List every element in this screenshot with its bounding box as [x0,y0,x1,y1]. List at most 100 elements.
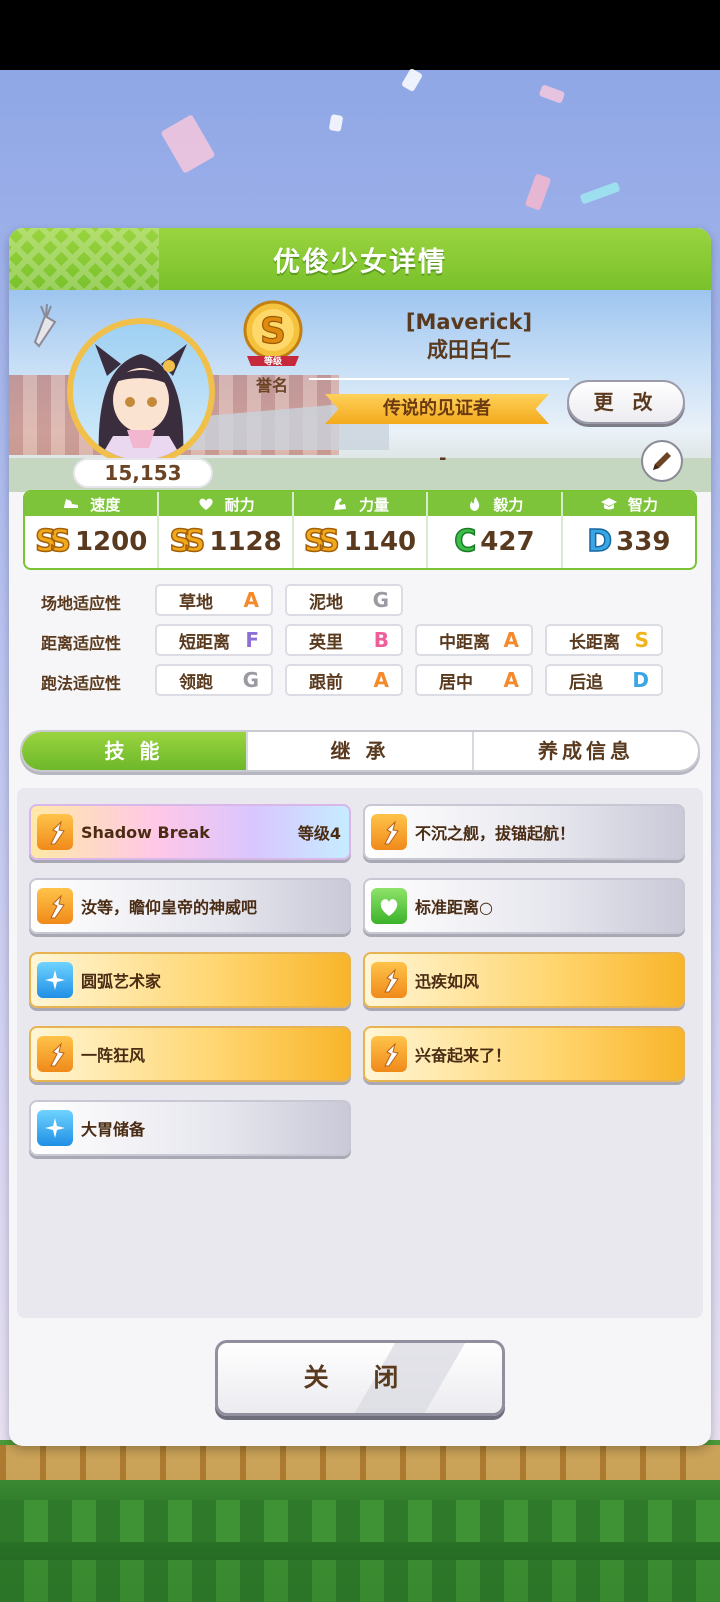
skill-card[interactable]: 圆弧艺术家 [29,952,351,1008]
fan-count: 15,153 [73,458,213,488]
aptitude-name: 跟前 [309,672,343,693]
close-button[interactable]: 关 闭 [215,1340,505,1416]
hedge-decoration [0,1560,720,1602]
aptitude-grade: A [503,668,519,692]
skill-speed-icon [37,1036,73,1072]
skill-card[interactable]: Shadow Break 等级4 [29,804,351,860]
character-avatar [95,344,187,460]
stat-value-area: SS 1128 [159,516,291,568]
comment-text: - [439,448,447,469]
aptitude-grade: D [632,668,649,692]
aptitude-row-surface: 场地适应性 草地 A 泥地 G [23,584,697,616]
skill-name: 一阵狂风 [81,1046,146,1065]
skill-speed-icon [37,814,73,850]
aptitude-row-distance: 距离适应性 短距离 F 英里 B 中距离 A 长距离 S [23,624,697,656]
stat-name: 智力 [627,495,658,514]
tab-0[interactable]: 技 能 [22,732,248,770]
status-bar [0,0,720,70]
stat-value: 427 [480,527,535,557]
aptitude-cell: 长距离 S [545,624,663,656]
aptitude-cell: 短距离 F [155,624,273,656]
skills-list: Shadow Break 等级4 不沉之舰，拔锚起航！ 汝等，瞻仰皇帝的神威吧 标准距离… [17,788,703,1318]
skill-name: 标准距离○ [415,898,493,917]
stat-header: 耐力 [159,492,292,516]
tab-1[interactable]: 继 承 [248,732,474,770]
detail-tabs: 技 能继 承养成信息 [20,730,700,772]
skill-name: 兴奋起来了！ [415,1046,512,1065]
skill-card[interactable]: 不沉之舰，拔锚起航！ [363,804,685,860]
skill-name: 汝等，瞻仰皇帝的神威吧 [81,898,258,917]
skill-card[interactable]: 标准距离○ [363,878,685,934]
svg-text:等级: 等级 [263,355,283,367]
aptitude-name: 长距离 [569,632,620,653]
stat-name: 力量 [359,495,390,514]
aptitude-label: 距离适应性 [41,634,122,653]
stat-value: 1200 [74,527,148,557]
character-portrait[interactable] [67,318,215,466]
aptitude-name: 后追 [569,672,603,693]
stat-header: 智力 [562,492,695,516]
aptitude-name: 领跑 [179,672,213,693]
aptitude-grade: F [245,628,259,652]
aptitude-name: 草地 [179,592,213,613]
aptitude-grade: A [243,588,259,612]
rank-medal-icon: S 等级 [243,300,303,367]
aptitude-name: 泥地 [309,592,343,613]
aptitude-cell: 中距离 A [415,624,533,656]
aptitude-cell: 居中 A [415,664,533,696]
skill-heal-icon [371,888,407,924]
trainer-name: [Maverick] [405,310,533,334]
stat-1: 耐力 SS 1128 [159,492,294,568]
dialog-title: 优俊少女详情 [273,246,447,278]
skill-blue-icon [37,1110,73,1146]
stat-grade: SS [34,524,71,559]
stat-2: 力量 SS 1140 [293,492,429,568]
edit-button[interactable] [641,440,683,482]
umamusume-detail-dialog: 优俊少女详情 15,153 S 等级 誉名 [Maverick] 成田白仁 传说… [9,228,711,1446]
stat-grade: D [586,524,613,559]
aptitude-cell: 泥地 G [285,584,403,616]
heart-icon [198,498,213,510]
arm-icon [334,498,346,510]
aptitude-row-style: 跑法适应性 领跑 G 跟前 A 居中 A 后追 D [23,664,697,696]
shoe-icon [64,499,79,508]
skill-name: 迅疾如风 [415,972,480,991]
aptitude-cell: 后追 D [545,664,663,696]
skill-level: 等级4 [297,824,341,843]
aptitude-grade: G [242,668,259,692]
carrot-icon [33,304,57,348]
skill-name: 大胃储备 [81,1120,146,1139]
skill-blue-icon [37,962,73,998]
graduation-cap-icon [600,498,617,510]
dialog-header: 优俊少女详情 [9,228,711,290]
stat-value-area: D 339 [563,516,695,568]
aptitude-cell: 领跑 G [155,664,273,696]
stat-grade: SS [169,524,206,559]
stat-value-area: SS 1200 [25,516,157,568]
rank-label: 誉名 [255,376,288,395]
hedge-decoration [0,1500,720,1542]
skill-card[interactable]: 兴奋起来了！ [363,1026,685,1082]
profile-banner: 15,153 S 等级 誉名 [Maverick] 成田白仁 传说的见证者 更 … [9,290,711,492]
aptitude-name: 中距离 [439,632,490,653]
skill-speed-icon [371,962,407,998]
stat-4: 智力 D 339 [562,492,695,568]
change-title-button[interactable]: 更 改 [567,380,685,424]
skill-card[interactable]: 一阵狂风 [29,1026,351,1082]
tab-2[interactable]: 养成信息 [474,732,698,770]
stats-panel: 速度 SS 1200 耐力 SS 1128 力量 SS 1140 毅力 C 427 智力 D 339 [23,490,697,570]
aptitude-grade: S [634,628,649,652]
stat-header: 速度 [25,492,158,516]
aptitude-label: 跑法适应性 [41,674,122,693]
fence-decoration [0,1445,720,1480]
skill-name: 不沉之舰，拔锚起航！ [415,824,576,843]
aptitude-name: 居中 [439,672,473,693]
skill-card[interactable]: 迅疾如风 [363,952,685,1008]
skill-card[interactable]: 大胃储备 [29,1100,351,1156]
stat-0: 速度 SS 1200 [25,492,160,568]
stat-grade: SS [303,524,340,559]
trainer-info: [Maverick] 成田白仁 [319,308,619,364]
skill-card[interactable]: 汝等，瞻仰皇帝的神威吧 [29,878,351,934]
stat-name: 毅力 [493,495,524,514]
stat-header: 力量 [293,492,427,516]
